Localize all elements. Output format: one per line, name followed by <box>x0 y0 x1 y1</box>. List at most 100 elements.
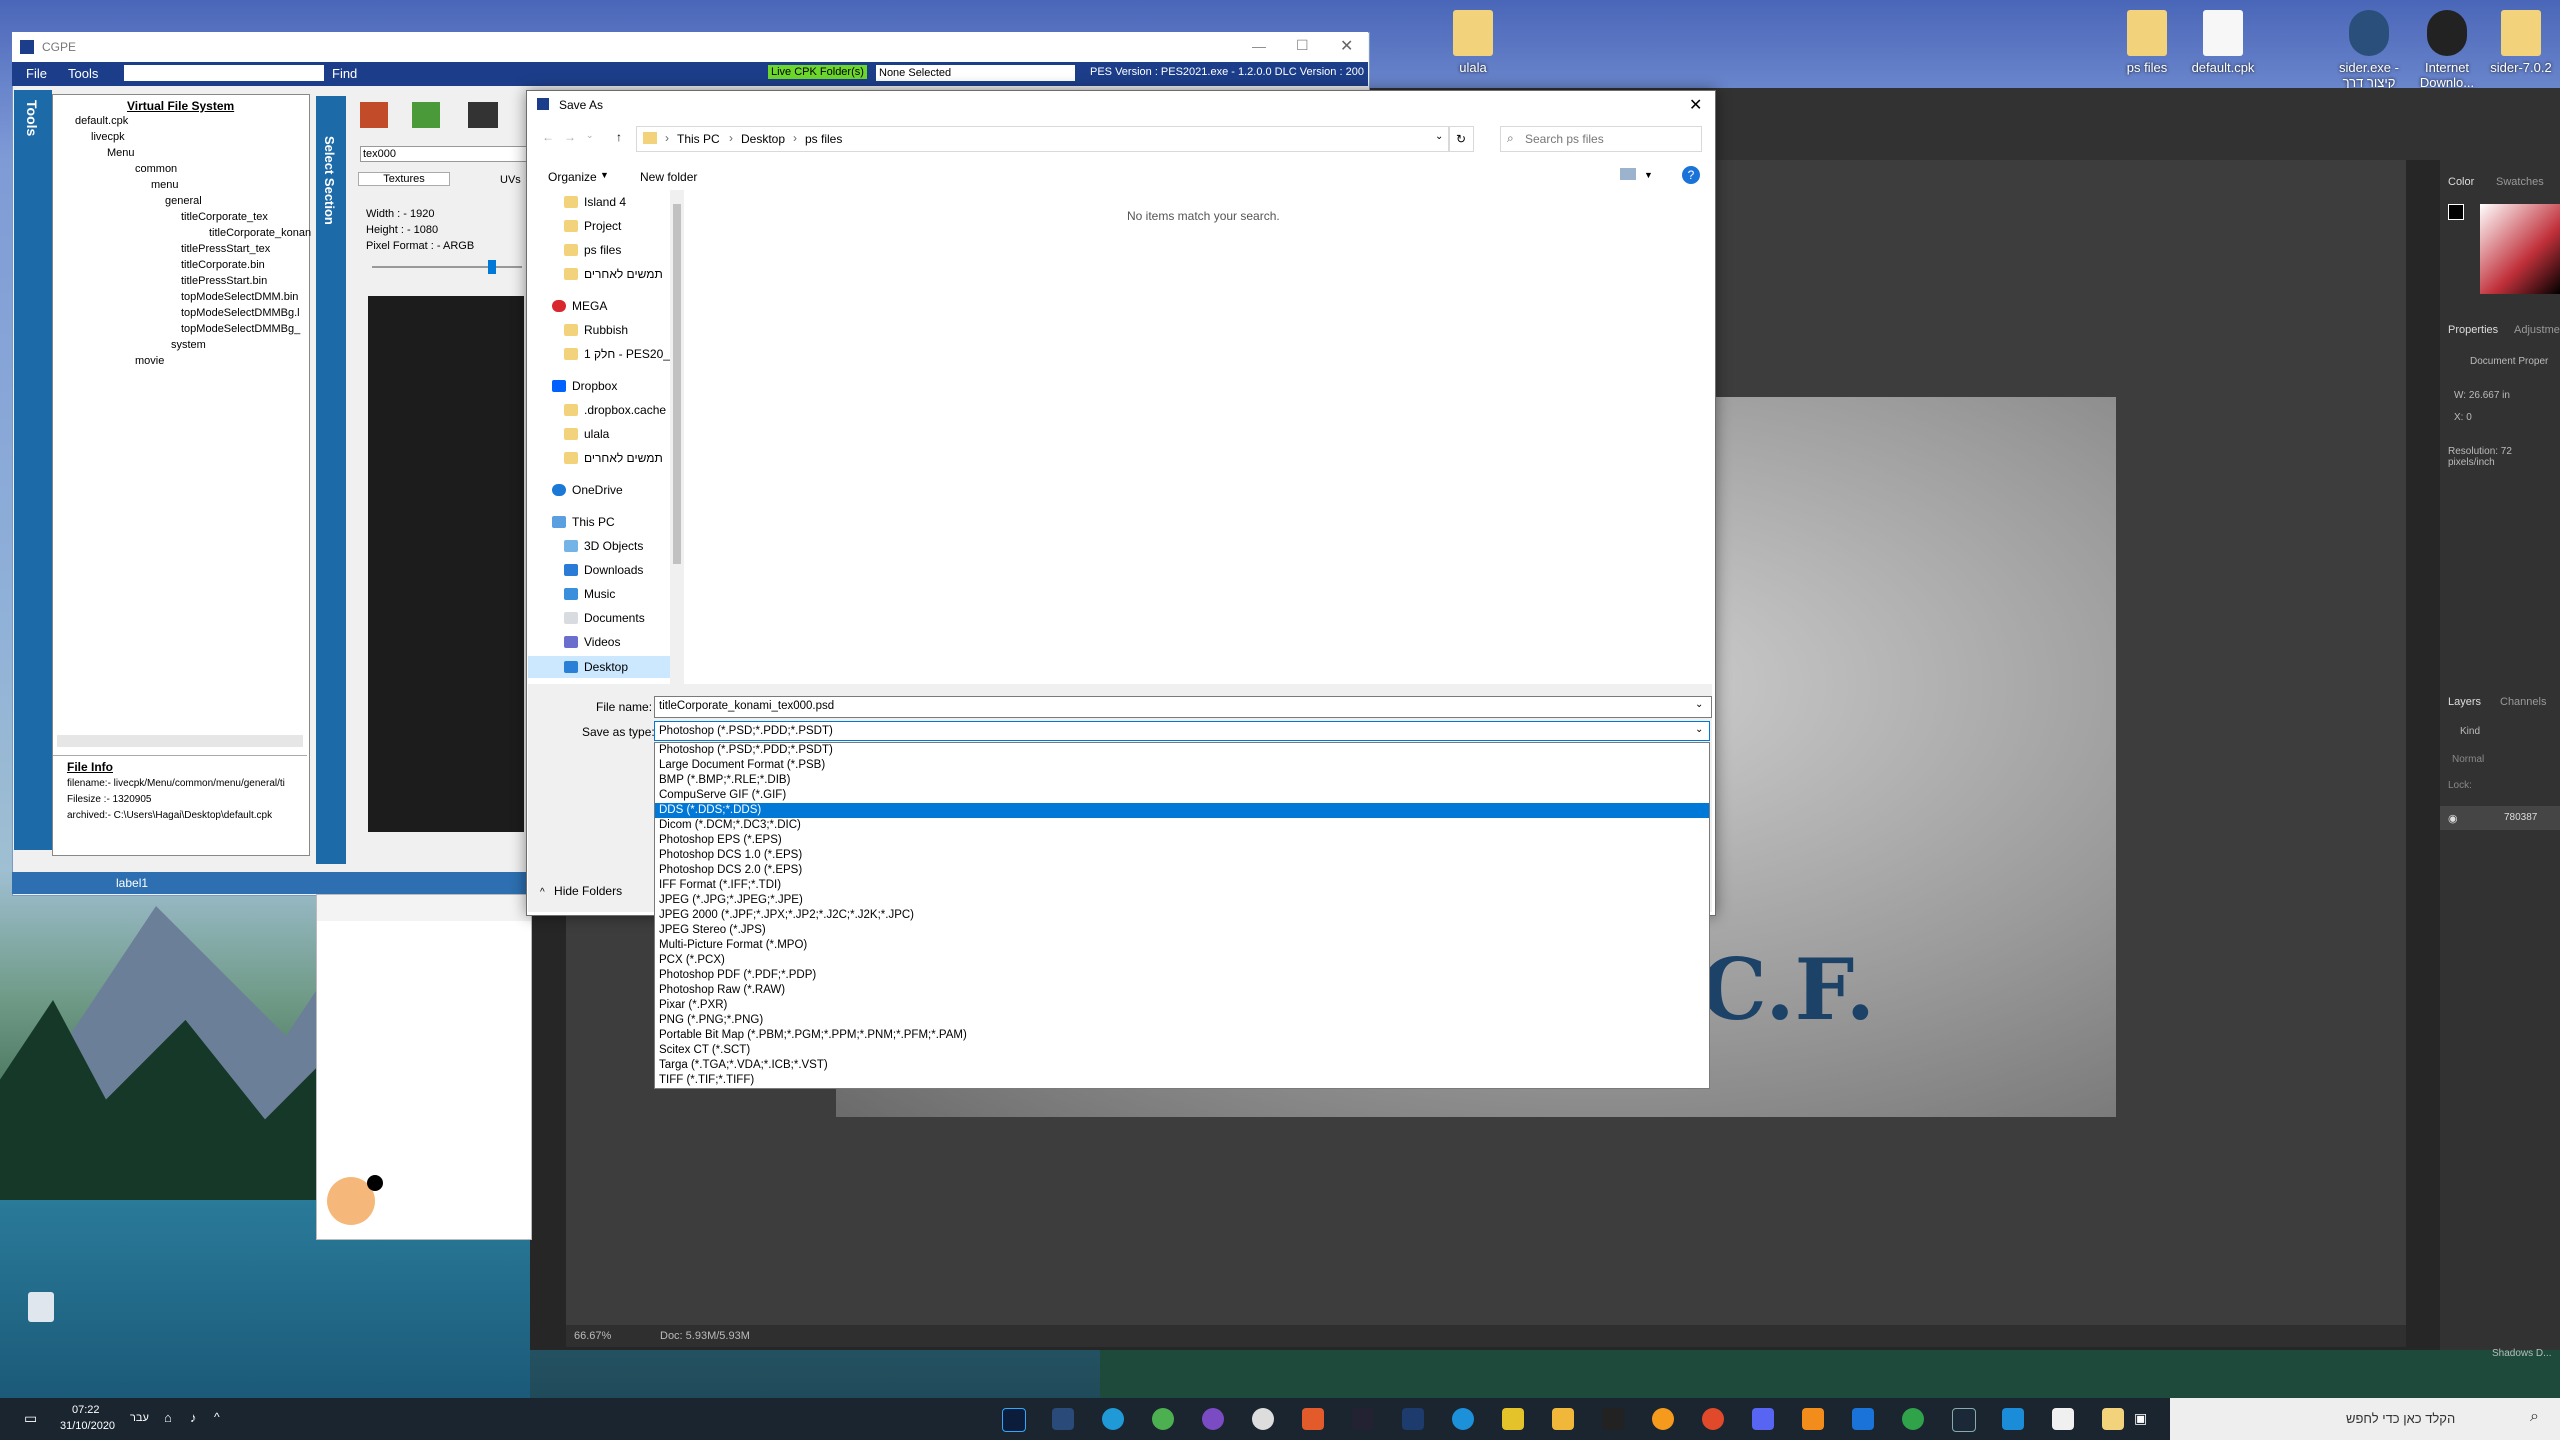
nav-item[interactable]: Music <box>564 587 615 601</box>
nav-item[interactable]: Downloads <box>564 563 643 577</box>
type-option[interactable]: Multi-Picture Format (*.MPO) <box>655 938 1709 953</box>
type-option[interactable]: BMP (*.BMP;*.RLE;*.DIB) <box>655 773 1709 788</box>
type-option[interactable]: PCX (*.PCX) <box>655 953 1709 968</box>
tab-properties[interactable]: Properties <box>2448 324 2498 336</box>
export-dds-icon[interactable] <box>468 102 498 128</box>
breadcrumb-desktop[interactable]: Desktop <box>741 132 785 146</box>
type-option[interactable]: JPEG Stereo (*.JPS) <box>655 923 1709 938</box>
nav-scrollbar[interactable] <box>670 190 684 686</box>
type-option[interactable]: TIFF (*.TIF;*.TIFF) <box>655 1073 1709 1088</box>
tree-node[interactable]: livecpk <box>91 131 125 143</box>
tree-node[interactable]: Menu <box>107 147 135 159</box>
dialog-title-bar[interactable]: Save As ✕ <box>527 91 1713 119</box>
clock-date[interactable]: 31/10/2020 <box>60 1420 115 1432</box>
cpk-select[interactable]: None Selected <box>876 65 1075 81</box>
type-option[interactable]: PNG (*.PNG;*.PNG) <box>655 1013 1709 1028</box>
nav-item[interactable]: ps files <box>564 243 621 257</box>
tab-textures[interactable]: Textures <box>358 172 450 186</box>
taskbar-search-box[interactable]: הקלד כאן כדי לחפש ⌕ <box>2170 1398 2560 1440</box>
help-icon[interactable]: ? <box>1682 166 1700 184</box>
app-icon[interactable] <box>1252 1408 1274 1430</box>
tree-node[interactable]: titlePressStart_tex <box>181 243 270 255</box>
chrome-icon[interactable] <box>1902 1408 1924 1430</box>
new-folder-button[interactable]: New folder <box>640 170 697 184</box>
steam-icon[interactable] <box>1952 1408 1976 1432</box>
desktop-icon-ulala[interactable]: ulala <box>1428 10 1518 75</box>
cgpe-taskbar-icon[interactable] <box>1052 1408 1074 1430</box>
tree-node[interactable]: general <box>165 195 202 207</box>
tools-icon[interactable] <box>1552 1408 1574 1430</box>
forward-arrow-icon[interactable]: → <box>564 130 576 144</box>
nav-item-dropbox[interactable]: Dropbox <box>552 379 617 393</box>
texture-name-input[interactable]: tex000 <box>360 146 528 162</box>
app-icon[interactable] <box>1202 1408 1224 1430</box>
up-arrow-icon[interactable]: ↑ <box>616 130 622 144</box>
tree-node[interactable]: titlePressStart.bin <box>181 275 267 287</box>
volume-icon[interactable]: ♪ <box>190 1410 197 1425</box>
nav-item[interactable]: 3D Objects <box>564 539 643 553</box>
menu-tools[interactable]: Tools <box>68 66 98 81</box>
tree-node[interactable]: topModeSelectDMMBg_ <box>181 323 300 335</box>
tree-node[interactable]: titleCorporate_tex <box>181 211 268 223</box>
nav-item[interactable]: Documents <box>564 611 645 625</box>
nav-item[interactable]: Videos <box>564 635 620 649</box>
menu-file[interactable]: File <box>26 66 47 81</box>
chevron-down-icon[interactable]: ⌄ <box>1695 699 1703 710</box>
tree-node[interactable]: common <box>135 163 177 175</box>
live-cpk-button[interactable]: Live CPK Folder(s) <box>768 65 867 79</box>
maximize-icon[interactable]: ☐ <box>1296 37 1309 54</box>
blend-mode-select[interactable]: Normal <box>2452 754 2484 765</box>
select-section-sidebar[interactable]: Select Section <box>316 96 346 864</box>
desktop-icon-sider-shortcut[interactable]: sider.exe - קיצור דרך <box>2324 10 2414 90</box>
zoom-slider-track[interactable] <box>372 266 522 268</box>
type-option[interactable]: Targa (*.TGA;*.VDA;*.ICB;*.VST) <box>655 1058 1709 1073</box>
layer-row[interactable]: ◉ 780387 <box>2440 806 2560 830</box>
breadcrumb-this-pc[interactable]: This PC <box>677 132 720 146</box>
dialog-close-icon[interactable]: ✕ <box>1689 95 1702 115</box>
type-option[interactable]: Photoshop EPS (*.EPS) <box>655 833 1709 848</box>
notifications-icon[interactable]: ▭ <box>24 1410 37 1427</box>
app-icon[interactable] <box>1602 1408 1624 1430</box>
type-option[interactable]: Pixar (*.PXR) <box>655 998 1709 1013</box>
view-chevron-icon[interactable]: ▼ <box>1644 170 1653 180</box>
desktop-icon-default-cpk[interactable]: default.cpk <box>2178 10 2268 75</box>
type-option[interactable]: Portable Bit Map (*.PBM;*.PGM;*.PPM;*.PN… <box>655 1028 1709 1043</box>
type-option[interactable]: Photoshop PDF (*.PDF;*.PDP) <box>655 968 1709 983</box>
back-arrow-icon[interactable]: ← <box>542 130 554 144</box>
layer-filter-kind[interactable]: Kind <box>2460 726 2480 737</box>
photoshop-taskbar-icon[interactable] <box>1002 1408 1026 1432</box>
app-icon[interactable] <box>1452 1408 1474 1430</box>
tree-node[interactable]: titleCorporate.bin <box>181 259 265 271</box>
type-option[interactable]: Photoshop DCS 1.0 (*.EPS) <box>655 848 1709 863</box>
tab-color[interactable]: Color <box>2448 176 2474 188</box>
tree-node[interactable]: movie <box>135 355 164 367</box>
nav-item[interactable]: 1 חלק - PES20_P <box>564 347 678 361</box>
utorrent-icon[interactable] <box>1152 1408 1174 1430</box>
file-explorer-icon[interactable] <box>2102 1408 2124 1430</box>
color-picker-field[interactable] <box>2480 204 2560 294</box>
brave-icon[interactable] <box>1702 1408 1724 1430</box>
nav-scrollbar-thumb[interactable] <box>673 204 681 564</box>
file-name-input[interactable]: titleCorporate_konami_tex000.psd ⌄ <box>654 696 1712 718</box>
tree-node[interactable]: topModeSelectDMMBg.l <box>181 307 300 319</box>
nav-item[interactable]: .dropbox.cache <box>564 403 666 417</box>
task-view-icon[interactable]: ▣ <box>2134 1410 2147 1427</box>
type-option[interactable]: JPEG 2000 (*.JPF;*.JPX;*.JP2;*.J2C;*.J2K… <box>655 908 1709 923</box>
network-icon[interactable]: ⌂ <box>164 1410 172 1425</box>
tab-layers[interactable]: Layers <box>2448 696 2481 708</box>
search-box[interactable]: ⌕ Search ps files <box>1500 126 1702 152</box>
close-icon[interactable]: ✕ <box>1340 36 1353 56</box>
recycle-bin-icon[interactable] <box>28 1292 54 1322</box>
minimize-icon[interactable]: — <box>1252 38 1266 54</box>
tab-uvs[interactable]: UVs <box>500 174 521 186</box>
zoom-slider-thumb[interactable] <box>488 260 496 274</box>
app-icon[interactable] <box>1352 1408 1374 1430</box>
organize-button[interactable]: Organize <box>548 170 597 184</box>
tools-sidebar[interactable]: Tools <box>14 90 52 850</box>
breadcrumb-ps-files[interactable]: ps files <box>805 132 842 146</box>
desktop-icon-sider-702[interactable]: sider-7.0.2 <box>2476 10 2560 75</box>
zoom-level[interactable]: 66.67% <box>574 1330 611 1342</box>
hide-folders-button[interactable]: ^ Hide Folders <box>540 884 622 898</box>
view-options-icon[interactable] <box>1620 168 1636 180</box>
nav-item-this-pc[interactable]: This PC <box>552 515 615 529</box>
